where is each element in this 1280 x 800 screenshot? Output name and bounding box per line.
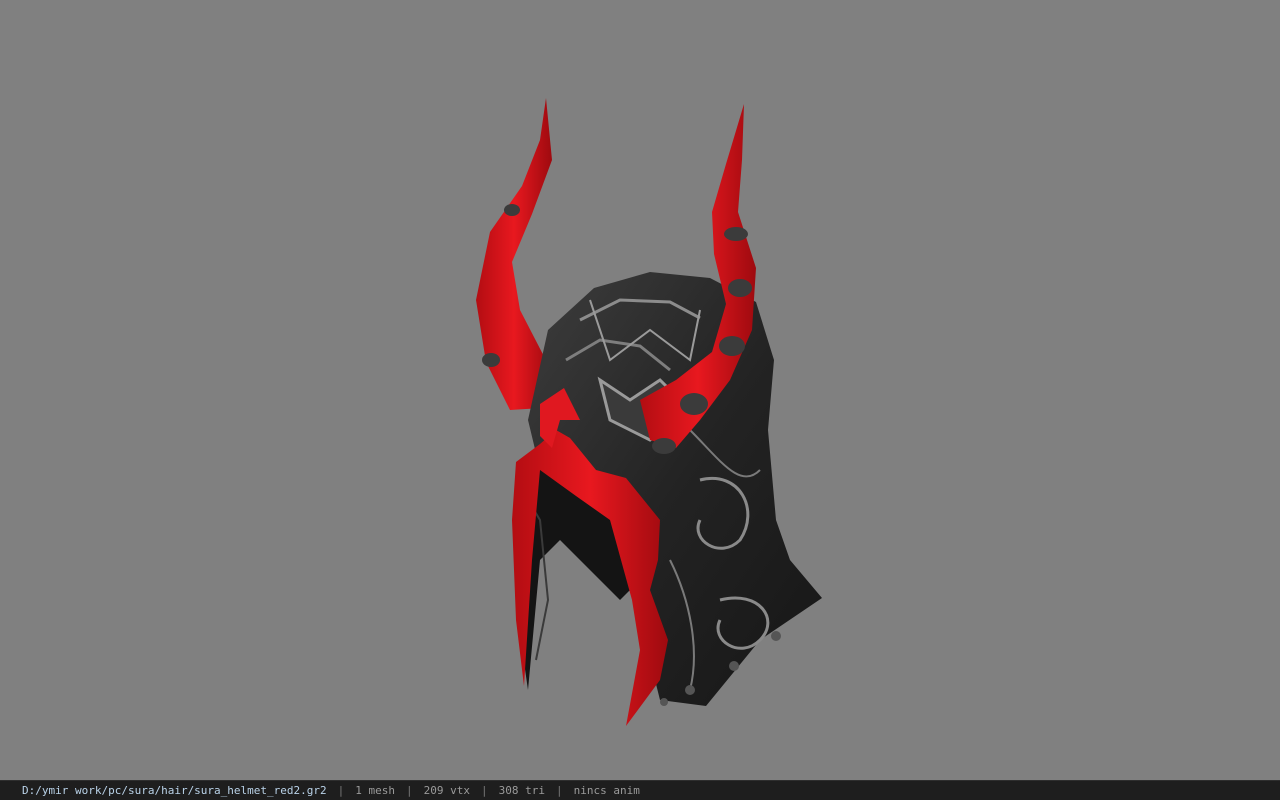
animation-status: nincs anim bbox=[573, 784, 640, 797]
3d-viewport[interactable] bbox=[0, 0, 1280, 780]
status-bar: D:/ymir work/pc/sura/hair/sura_helmet_re… bbox=[0, 780, 1280, 800]
status-separator: | bbox=[406, 784, 413, 797]
model-path: D:/ymir work/pc/sura/hair/sura_helmet_re… bbox=[22, 784, 327, 797]
status-separator: | bbox=[481, 784, 488, 797]
triangle-count: 308 tri bbox=[498, 784, 545, 797]
status-separator: | bbox=[555, 784, 563, 797]
mesh-count: 1 mesh bbox=[355, 784, 396, 797]
vertex-count: 209 vtx bbox=[423, 784, 470, 797]
helmet-model bbox=[476, 98, 822, 726]
status-separator: | bbox=[337, 784, 345, 797]
